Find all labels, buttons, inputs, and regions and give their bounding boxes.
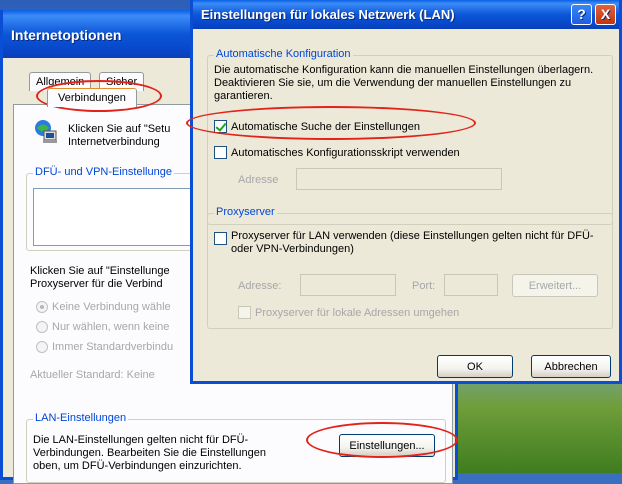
config-script-checkbox[interactable] bbox=[214, 146, 227, 159]
network-connection-icon bbox=[34, 119, 60, 145]
current-default-text: Aktueller Standard: Keine bbox=[30, 369, 155, 381]
radio-nur-waehlen[interactable]: Nur wählen, wenn keine bbox=[36, 321, 169, 333]
bypass-local-checkbox[interactable] bbox=[238, 306, 251, 319]
bypass-local-row[interactable]: Proxyserver für lokale Adressen umgehen bbox=[238, 306, 459, 319]
proxy-enable-row[interactable]: Proxyserver für LAN verwenden (diese Ein… bbox=[214, 230, 594, 256]
cancel-button[interactable]: Abbrechen bbox=[531, 355, 611, 378]
proxy-address-label: Adresse: bbox=[238, 280, 282, 292]
script-address-input[interactable] bbox=[296, 168, 502, 190]
lan-settings-group-label: LAN-Einstellungen bbox=[33, 412, 129, 424]
radio-button[interactable] bbox=[36, 341, 48, 353]
lan-dialog-body: Automatische Konfiguration Die automatis… bbox=[193, 29, 619, 381]
lan-dialog-title: Einstellungen für lokales Netzwerk (LAN) bbox=[201, 7, 455, 22]
advanced-button[interactable]: Erweitert... bbox=[512, 274, 598, 297]
script-address-label: Adresse bbox=[238, 174, 279, 186]
tab-verbindungen[interactable]: Verbindungen bbox=[47, 88, 137, 107]
proxy-address-input[interactable] bbox=[300, 274, 396, 296]
auto-config-description: Die automatische Konfiguration kann die … bbox=[214, 64, 594, 102]
connect-setup-text: Klicken Sie auf "Setu Internetverbindung bbox=[68, 123, 171, 148]
radio-label: Keine Verbindung wähle bbox=[52, 301, 171, 313]
radio-button[interactable] bbox=[36, 321, 48, 333]
radio-immer-standard[interactable]: Immer Standardverbindu bbox=[36, 341, 173, 353]
lan-dialog-titlebar: Einstellungen für lokales Netzwerk (LAN)… bbox=[193, 0, 619, 29]
radio-label: Immer Standardverbindu bbox=[52, 341, 174, 353]
proxy-enable-checkbox[interactable] bbox=[214, 232, 227, 245]
proxy-hint-text: Klicken Sie auf "Einstellunge Proxyserve… bbox=[30, 265, 170, 290]
radio-button[interactable] bbox=[36, 301, 48, 313]
auto-detect-row[interactable]: Automatische Suche der Einstellungen bbox=[214, 120, 420, 133]
close-icon[interactable]: X bbox=[595, 4, 616, 25]
proxy-group: Proxyserver Proxyserver für LAN verwende… bbox=[207, 206, 613, 329]
help-icon[interactable]: ? bbox=[571, 4, 592, 25]
ok-button[interactable]: OK bbox=[437, 355, 513, 378]
dfu-vpn-group-label: DFÜ- und VPN-Einstellunge bbox=[33, 166, 174, 178]
auto-config-group-label: Automatische Konfiguration bbox=[214, 48, 353, 60]
proxy-enable-label: Proxyserver für LAN verwenden (diese Ein… bbox=[231, 230, 594, 255]
proxy-group-label: Proxyserver bbox=[214, 206, 277, 218]
lan-settings-dialog: Einstellungen für lokales Netzwerk (LAN)… bbox=[190, 0, 622, 384]
auto-config-group: Automatische Konfiguration Die automatis… bbox=[207, 48, 613, 225]
proxy-port-input[interactable] bbox=[444, 274, 498, 296]
config-script-row[interactable]: Automatisches Konfigurationsskript verwe… bbox=[214, 146, 460, 159]
lan-settings-text: Die LAN-Einstellungen gelten nicht für D… bbox=[33, 434, 267, 472]
radio-keine-verbindung[interactable]: Keine Verbindung wähle bbox=[36, 301, 171, 313]
config-script-label: Automatisches Konfigurationsskript verwe… bbox=[231, 146, 460, 159]
lan-settings-group: LAN-Einstellungen Die LAN-Einstellungen … bbox=[26, 412, 446, 483]
radio-label: Nur wählen, wenn keine bbox=[52, 321, 170, 333]
bypass-local-label: Proxyserver für lokale Adressen umgehen bbox=[255, 306, 460, 319]
auto-detect-label: Automatische Suche der Einstellungen bbox=[231, 120, 420, 133]
auto-detect-checkbox[interactable] bbox=[214, 120, 227, 133]
lan-settings-button[interactable]: Einstellungen... bbox=[339, 434, 435, 457]
proxy-port-label: Port: bbox=[412, 280, 436, 292]
